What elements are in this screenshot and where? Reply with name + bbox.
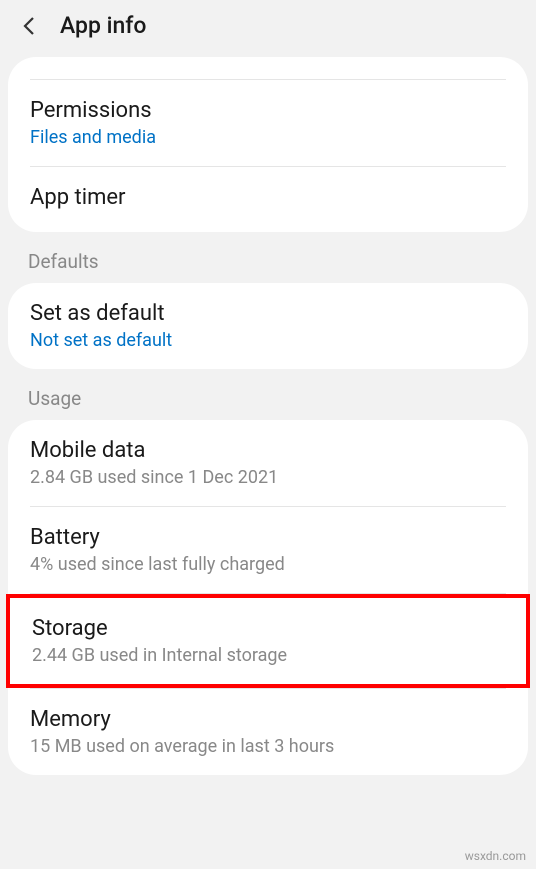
memory-sub: 15 MB used on average in last 3 hours	[30, 736, 506, 757]
back-icon[interactable]	[18, 14, 42, 38]
defaults-section-label: Defaults	[0, 232, 536, 283]
mobile-data-sub: 2.84 GB used since 1 Dec 2021	[30, 467, 506, 488]
cutoff-item[interactable]: Allowed	[8, 57, 528, 79]
set-default-sub: Not set as default	[30, 330, 506, 351]
set-default-item[interactable]: Set as default Not set as default	[8, 283, 528, 369]
permissions-item[interactable]: Permissions Files and media	[8, 80, 528, 166]
app-timer-item[interactable]: App timer	[8, 167, 528, 232]
memory-title: Memory	[30, 707, 506, 732]
set-default-title: Set as default	[30, 301, 506, 326]
storage-highlight: Storage 2.44 GB used in Internal storage	[6, 594, 530, 688]
card-top: Allowed Permissions Files and media App …	[8, 57, 528, 232]
storage-sub: 2.44 GB used in Internal storage	[32, 645, 504, 666]
mobile-data-title: Mobile data	[30, 438, 506, 463]
battery-title: Battery	[30, 525, 506, 550]
memory-item[interactable]: Memory 15 MB used on average in last 3 h…	[8, 689, 528, 775]
permissions-sub: Files and media	[30, 127, 506, 148]
storage-title: Storage	[32, 616, 504, 641]
mobile-data-item[interactable]: Mobile data 2.84 GB used since 1 Dec 202…	[8, 420, 528, 506]
card-usage: Mobile data 2.84 GB used since 1 Dec 202…	[8, 420, 528, 775]
watermark: wsxdn.com	[465, 849, 526, 863]
permissions-title: Permissions	[30, 98, 506, 123]
cutoff-label: Allowed	[30, 57, 506, 60]
usage-section-label: Usage	[0, 369, 536, 420]
battery-sub: 4% used since last fully charged	[30, 554, 506, 575]
header: App info	[0, 0, 536, 51]
storage-item[interactable]: Storage 2.44 GB used in Internal storage	[10, 598, 526, 684]
page-title: App info	[60, 12, 146, 39]
battery-item[interactable]: Battery 4% used since last fully charged	[8, 507, 528, 593]
app-timer-title: App timer	[30, 185, 506, 210]
card-defaults: Set as default Not set as default	[8, 283, 528, 369]
